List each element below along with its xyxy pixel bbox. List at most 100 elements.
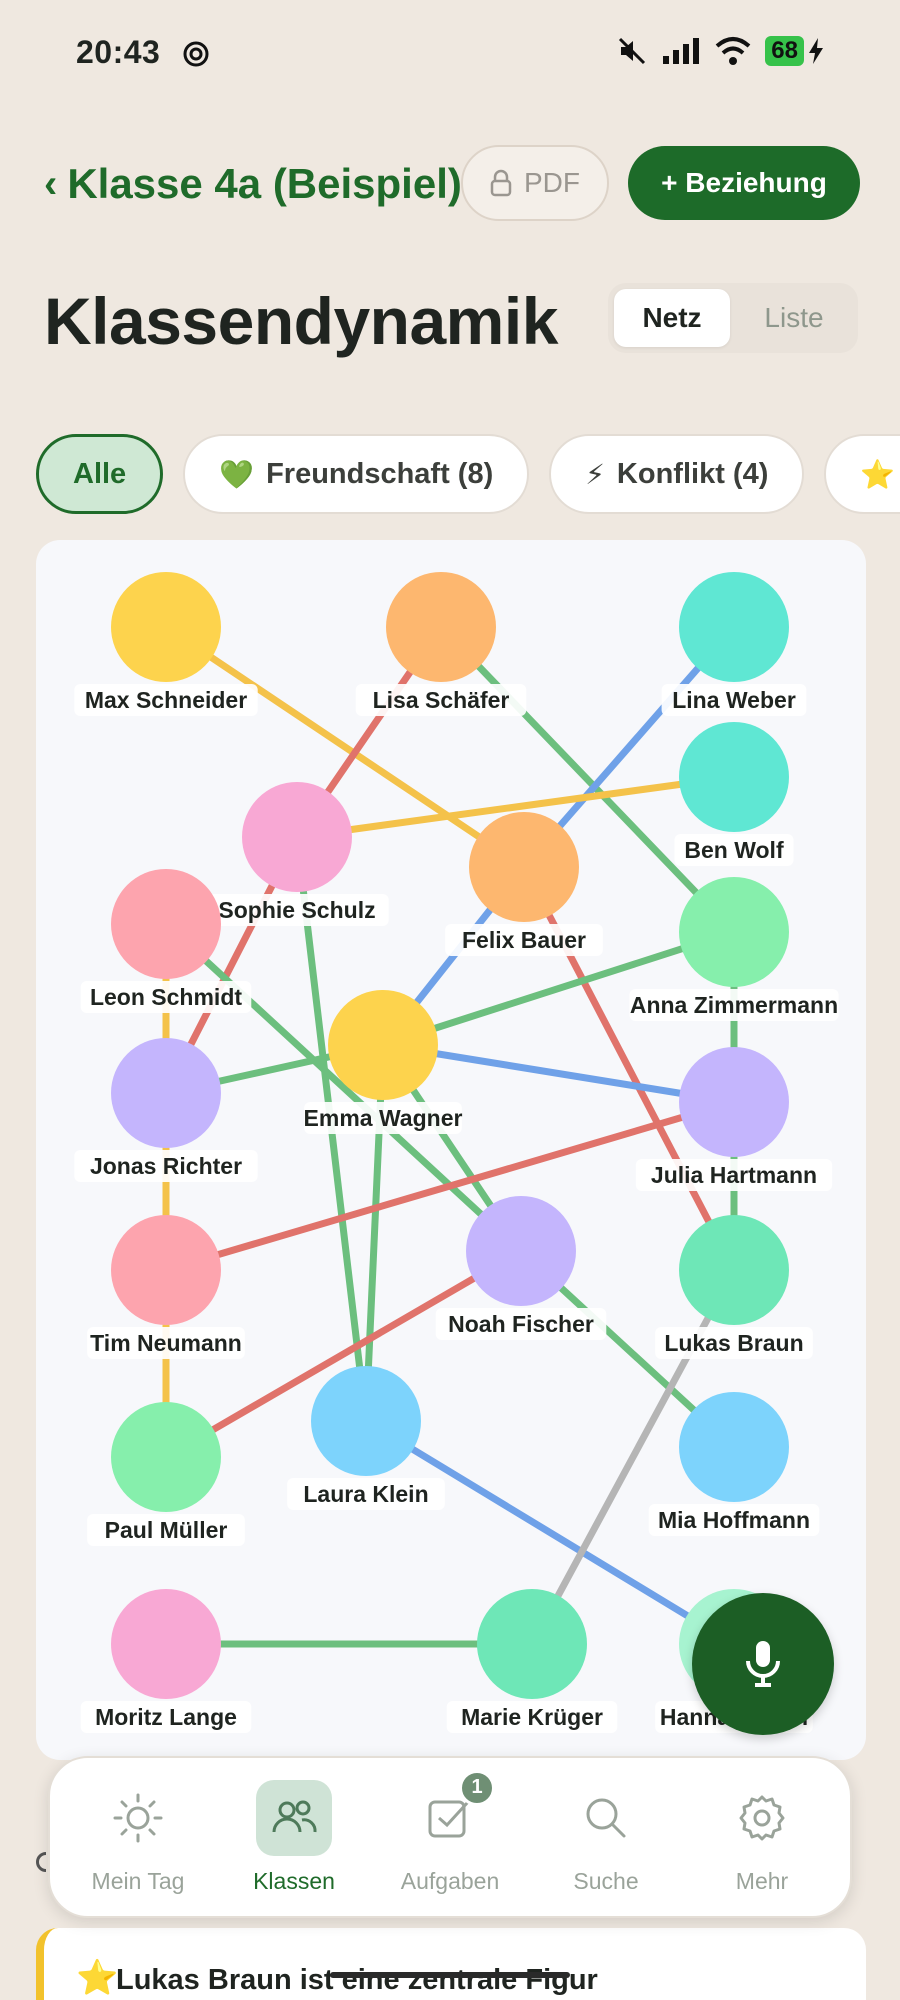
- student-node[interactable]: Mia Hoffmann: [648, 1392, 820, 1536]
- student-name: Tim Neumann: [90, 1330, 242, 1356]
- status-bar: 20:43 68: [0, 0, 900, 110]
- student-node[interactable]: Max Schneider: [74, 572, 258, 716]
- voice-input-button[interactable]: [692, 1593, 834, 1735]
- student-avatar[interactable]: [242, 782, 352, 892]
- edge-friendship[interactable]: [362, 1041, 387, 1425]
- student-avatar[interactable]: [111, 1038, 221, 1148]
- signal-icon: [663, 38, 700, 64]
- student-avatar[interactable]: [386, 572, 496, 682]
- student-avatar[interactable]: [679, 877, 789, 987]
- student-avatar[interactable]: [111, 572, 221, 682]
- student-avatar[interactable]: [466, 1196, 576, 1306]
- edges: [162, 623, 738, 1648]
- nav-item-suche[interactable]: Suche: [531, 1780, 681, 1895]
- page-title: Klassendynamik: [44, 284, 558, 358]
- people-icon: [272, 1800, 317, 1832]
- pdf-button[interactable]: PDF: [461, 145, 609, 221]
- student-node[interactable]: Sophie Schulz: [205, 782, 389, 926]
- nav-icon-wrap: [100, 1780, 176, 1856]
- student-name: Max Schneider: [85, 687, 247, 713]
- student-avatar[interactable]: [311, 1366, 421, 1476]
- filter-chip-alle[interactable]: Alle: [36, 434, 164, 514]
- nav-icon-wrap: [724, 1780, 800, 1856]
- view-toggle-netz[interactable]: Netz: [614, 289, 730, 347]
- student-node[interactable]: Laura Klein: [287, 1366, 445, 1510]
- chevron-left-icon: ‹: [44, 161, 58, 206]
- battery-level: 68: [765, 36, 804, 66]
- nav-label: Mehr: [735, 1867, 789, 1894]
- network-graph[interactable]: Max Schneider Lisa Schäfer Lina Weber Ben W…: [36, 540, 866, 1760]
- sync-icon: [183, 41, 209, 67]
- nav-badge: 1: [459, 1769, 495, 1806]
- nav-label: Klassen: [253, 1867, 335, 1894]
- student-node[interactable]: Lisa Schäfer: [355, 572, 527, 716]
- student-name: Sophie Schulz: [218, 897, 375, 923]
- student-name: Emma Wagner: [304, 1105, 463, 1131]
- home-indicator: [330, 1972, 570, 1978]
- status-icons: 68: [617, 36, 824, 66]
- student-node[interactable]: Lina Weber: [661, 572, 807, 716]
- nav-icon-wrap: [256, 1779, 332, 1856]
- student-name: Jonas Richter: [90, 1153, 242, 1179]
- student-name: Lisa Schäfer: [373, 687, 510, 713]
- student-avatar[interactable]: [679, 722, 789, 832]
- bottom-nav: Mein Tag Klassen 1 Aufgaben Suche Mehr: [48, 1756, 852, 1918]
- insight-text: Lukas Braun ist eine zentrale Figur: [116, 1964, 598, 1996]
- student-avatar[interactable]: [111, 1402, 221, 1512]
- view-toggle-liste[interactable]: Liste: [736, 289, 852, 347]
- back-button[interactable]: ‹ Klasse 4a (Beispiel): [44, 160, 462, 208]
- charging-icon: [809, 38, 823, 64]
- student-node[interactable]: Tim Neumann: [87, 1215, 245, 1359]
- filter-chip-freundschaft[interactable]: 💚 Freundschaft (8): [183, 434, 530, 514]
- student-name: Marie Krüger: [461, 1704, 603, 1730]
- student-avatar[interactable]: [328, 990, 438, 1100]
- nav-item-mehr[interactable]: Mehr: [687, 1780, 837, 1895]
- student-avatar[interactable]: [679, 1215, 789, 1325]
- student-avatar[interactable]: [679, 572, 789, 682]
- student-node[interactable]: Lukas Braun: [655, 1215, 813, 1359]
- mute-icon: [619, 37, 646, 65]
- student-name: Moritz Lange: [95, 1704, 237, 1730]
- filter-chip-konflikt[interactable]: ⚡ Konflikt (4): [549, 434, 805, 514]
- network-svg: Max Schneider Lisa Schäfer Lina Weber Ben W…: [74, 572, 839, 1733]
- filter-chip-label: Konflikt (4): [616, 457, 769, 490]
- nav-item-mein-tag[interactable]: Mein Tag: [63, 1780, 213, 1895]
- view-toggle: Netz Liste: [608, 283, 858, 353]
- filter-chip-star[interactable]: ⭐: [824, 434, 900, 514]
- nav-label: Suche: [573, 1867, 639, 1894]
- status-time: 20:43: [76, 34, 161, 70]
- add-relationship-button[interactable]: + Beziehung: [628, 146, 860, 220]
- student-name: Laura Klein: [303, 1481, 428, 1507]
- student-avatar[interactable]: [111, 1215, 221, 1325]
- student-node[interactable]: Emma Wagner: [304, 990, 463, 1134]
- student-avatar[interactable]: [679, 1392, 789, 1502]
- student-node[interactable]: Marie Krüger: [446, 1589, 618, 1733]
- student-avatar[interactable]: [679, 1047, 789, 1157]
- green-heart-icon: 💚: [219, 458, 255, 490]
- student-avatar[interactable]: [469, 812, 579, 922]
- sun-icon: [113, 1793, 163, 1842]
- lock-icon: [490, 169, 512, 197]
- student-avatar[interactable]: [111, 869, 221, 979]
- student-node[interactable]: Ben Wolf: [674, 722, 794, 866]
- student-node[interactable]: Moritz Lange: [80, 1589, 252, 1733]
- microphone-icon: [746, 1641, 780, 1687]
- student-name: Julia Hartmann: [651, 1162, 817, 1188]
- student-node[interactable]: Anna Zimmermann: [629, 877, 839, 1021]
- nav-icon-wrap: [568, 1780, 644, 1856]
- student-node[interactable]: Leon Schmidt: [80, 869, 252, 1013]
- student-name: Noah Fischer: [448, 1311, 594, 1337]
- student-name: Mia Hoffmann: [658, 1507, 810, 1533]
- student-avatar[interactable]: [477, 1589, 587, 1699]
- wifi-icon: [715, 37, 751, 65]
- gear-icon: [739, 1795, 785, 1840]
- student-name: Felix Bauer: [462, 927, 586, 953]
- student-avatar[interactable]: [111, 1589, 221, 1699]
- battery-indicator: 68: [765, 36, 824, 66]
- back-label: Klasse 4a (Beispiel): [67, 160, 462, 207]
- nav-item-aufgaben[interactable]: 1 Aufgaben: [375, 1769, 525, 1895]
- filter-chip-label: Freundschaft (8): [266, 457, 494, 490]
- student-node[interactable]: Noah Fischer: [435, 1196, 607, 1340]
- nav-item-klassen[interactable]: Klassen: [219, 1779, 369, 1895]
- student-node[interactable]: Jonas Richter: [74, 1038, 258, 1182]
